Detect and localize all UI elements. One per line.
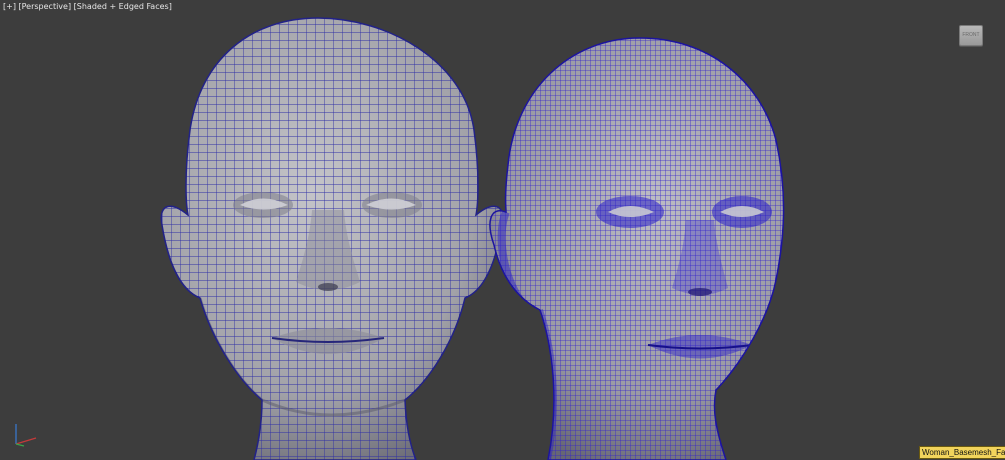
- viewcube-icon[interactable]: FRONT: [959, 25, 983, 46]
- selected-object-tooltip: Woman_Basemesh_Face: [919, 446, 1005, 459]
- perspective-viewport[interactable]: [+] [Perspective] [Shaded + Edged Faces]…: [0, 0, 1005, 460]
- scene-canvas[interactable]: [0, 0, 1005, 460]
- viewcube-face-label: FRONT: [962, 32, 980, 38]
- viewport-label-end: ]: [168, 2, 172, 11]
- viewport-plus-menu[interactable]: +: [6, 2, 13, 11]
- viewport-view-menu[interactable]: Perspective: [22, 2, 68, 11]
- head-mesh-highpoly[interactable]: [480, 30, 800, 460]
- viewport-label-sep: ] [: [67, 2, 77, 11]
- viewport-label-sep: ] [: [12, 2, 22, 11]
- viewport-label: [+] [Perspective] [Shaded + Edged Faces]: [3, 2, 172, 11]
- axis-tripod-icon: [15, 424, 37, 447]
- viewport-shading-menu[interactable]: Shaded + Edged Faces: [77, 2, 169, 11]
- head-mesh-lowpoly[interactable]: [150, 10, 510, 460]
